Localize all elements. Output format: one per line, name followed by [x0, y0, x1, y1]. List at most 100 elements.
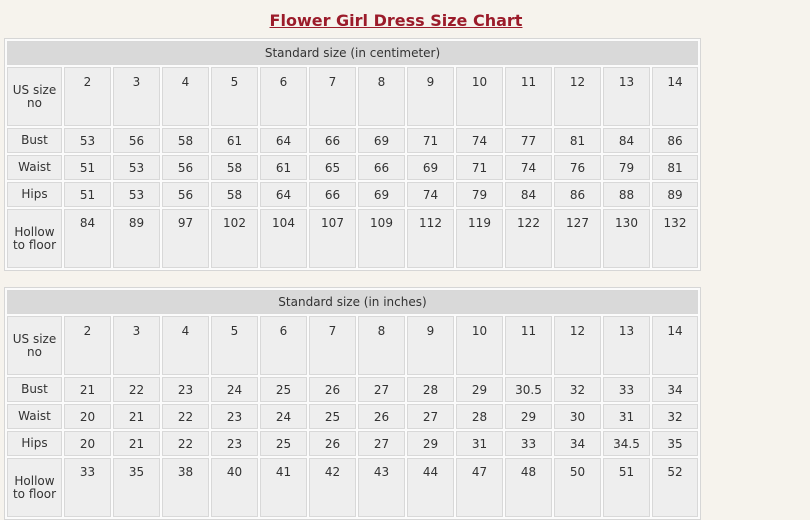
size-header-cell: 12: [554, 67, 601, 126]
table-cell: 89: [113, 209, 160, 268]
table-cell: 27: [407, 404, 454, 429]
table-cell: 79: [456, 182, 503, 207]
table-cell: 71: [407, 128, 454, 153]
size-header-cell: 6: [260, 316, 307, 375]
row-label: Hollow to floor: [7, 458, 62, 517]
table-cell: 119: [456, 209, 503, 268]
row-label: Hips: [7, 182, 62, 207]
table-cell: 27: [358, 377, 405, 402]
table-cell: 81: [652, 155, 698, 180]
size-header-cell: 2: [64, 316, 111, 375]
size-header-cell: 3: [113, 67, 160, 126]
size-header-cell: 13: [603, 67, 650, 126]
table-cell: 21: [64, 377, 111, 402]
table-cell: 29: [407, 431, 454, 456]
size-header-cell: 14: [652, 316, 698, 375]
table-cell: 122: [505, 209, 552, 268]
table-caption-row: Standard size (in inches): [7, 290, 698, 314]
row-label: Bust: [7, 377, 62, 402]
table-cell: 43: [358, 458, 405, 517]
table-cell: 127: [554, 209, 601, 268]
table-cell: 64: [260, 182, 307, 207]
size-header-cell: 6: [260, 67, 307, 126]
table-cell: 31: [603, 404, 650, 429]
table-cell: 56: [113, 128, 160, 153]
table-cell: 28: [456, 404, 503, 429]
table-cell: 32: [652, 404, 698, 429]
table-cell: 58: [211, 155, 258, 180]
table-row: Bust 21 22 23 24 25 26 27 28 29 30.5 32 33 34: [7, 377, 698, 402]
size-header-cell: 4: [162, 67, 209, 126]
table-cell: 53: [113, 155, 160, 180]
table-cell: 20: [64, 404, 111, 429]
table-cell: 25: [309, 404, 356, 429]
table-cell: 41: [260, 458, 307, 517]
row-label: Hips: [7, 431, 62, 456]
table-cell: 34: [554, 431, 601, 456]
table-cell: 65: [309, 155, 356, 180]
table-cell: 107: [309, 209, 356, 268]
table-row: Waist 20 21 22 23 24 25 26 27 28 29 30 31 32: [7, 404, 698, 429]
table-cell: 74: [505, 155, 552, 180]
size-header-cell: 10: [456, 316, 503, 375]
table-cell: 66: [309, 182, 356, 207]
table-cell: 30.5: [505, 377, 552, 402]
table-cell: 33: [603, 377, 650, 402]
table-cell: 44: [407, 458, 454, 517]
table-cell: 86: [554, 182, 601, 207]
table-cell: 66: [358, 155, 405, 180]
table-cell: 27: [358, 431, 405, 456]
table-caption: Standard size (in inches): [7, 290, 698, 314]
size-header-cell: 2: [64, 67, 111, 126]
size-header-cell: 8: [358, 316, 405, 375]
row-label: US size no: [7, 67, 62, 126]
table-cell: 69: [407, 155, 454, 180]
size-header-cell: 7: [309, 67, 356, 126]
table-cell: 33: [64, 458, 111, 517]
table-row: Hollow to floor 33 35 38 40 41 42 43 44 47 48 50 51 5…: [7, 458, 698, 517]
row-label: Bust: [7, 128, 62, 153]
table-cell: 58: [211, 182, 258, 207]
table-cell: 53: [113, 182, 160, 207]
table-cell: 22: [162, 404, 209, 429]
table-cell: 53: [64, 128, 111, 153]
size-header-cell: 7: [309, 316, 356, 375]
row-label: Waist: [7, 404, 62, 429]
table-cell: 21: [113, 404, 160, 429]
size-header-cell: 9: [407, 316, 454, 375]
table-cell: 86: [652, 128, 698, 153]
table-cell: 89: [652, 182, 698, 207]
table-cell: 84: [603, 128, 650, 153]
table-row: Hips 20 21 22 23 25 26 27 29 31 33 34 34.5 35: [7, 431, 698, 456]
table-cell: 61: [260, 155, 307, 180]
table-cell: 29: [505, 404, 552, 429]
size-header-row: US size no 2 3 4 5 6 7 8 9 10 11 12 13 14: [7, 67, 698, 126]
table-cell: 81: [554, 128, 601, 153]
row-label: Waist: [7, 155, 62, 180]
table-cell: 22: [113, 377, 160, 402]
table-cell: 35: [652, 431, 698, 456]
table-cell: 84: [64, 209, 111, 268]
table-cell: 74: [456, 128, 503, 153]
table-cell: 66: [309, 128, 356, 153]
size-header-cell: 4: [162, 316, 209, 375]
size-header-cell: 5: [211, 316, 258, 375]
size-header-cell: 3: [113, 316, 160, 375]
size-header-cell: 5: [211, 67, 258, 126]
table-cell: 71: [456, 155, 503, 180]
table-cell: 102: [211, 209, 258, 268]
table-cell: 112: [407, 209, 454, 268]
table-cell: 76: [554, 155, 601, 180]
table-cell: 50: [554, 458, 601, 517]
page-title: Flower Girl Dress Size Chart: [269, 11, 523, 30]
table-cell: 20: [64, 431, 111, 456]
table-cell: 21: [113, 431, 160, 456]
table-cell: 25: [260, 431, 307, 456]
table-cell: 61: [211, 128, 258, 153]
row-label: Hollow to floor: [7, 209, 62, 268]
table-cell: 22: [162, 431, 209, 456]
table-cell: 109: [358, 209, 405, 268]
table-cell: 33: [505, 431, 552, 456]
size-table-inches: Standard size (in inches) US size no 2 3 4 5 6…: [4, 287, 701, 520]
size-header-cell: 11: [505, 67, 552, 126]
